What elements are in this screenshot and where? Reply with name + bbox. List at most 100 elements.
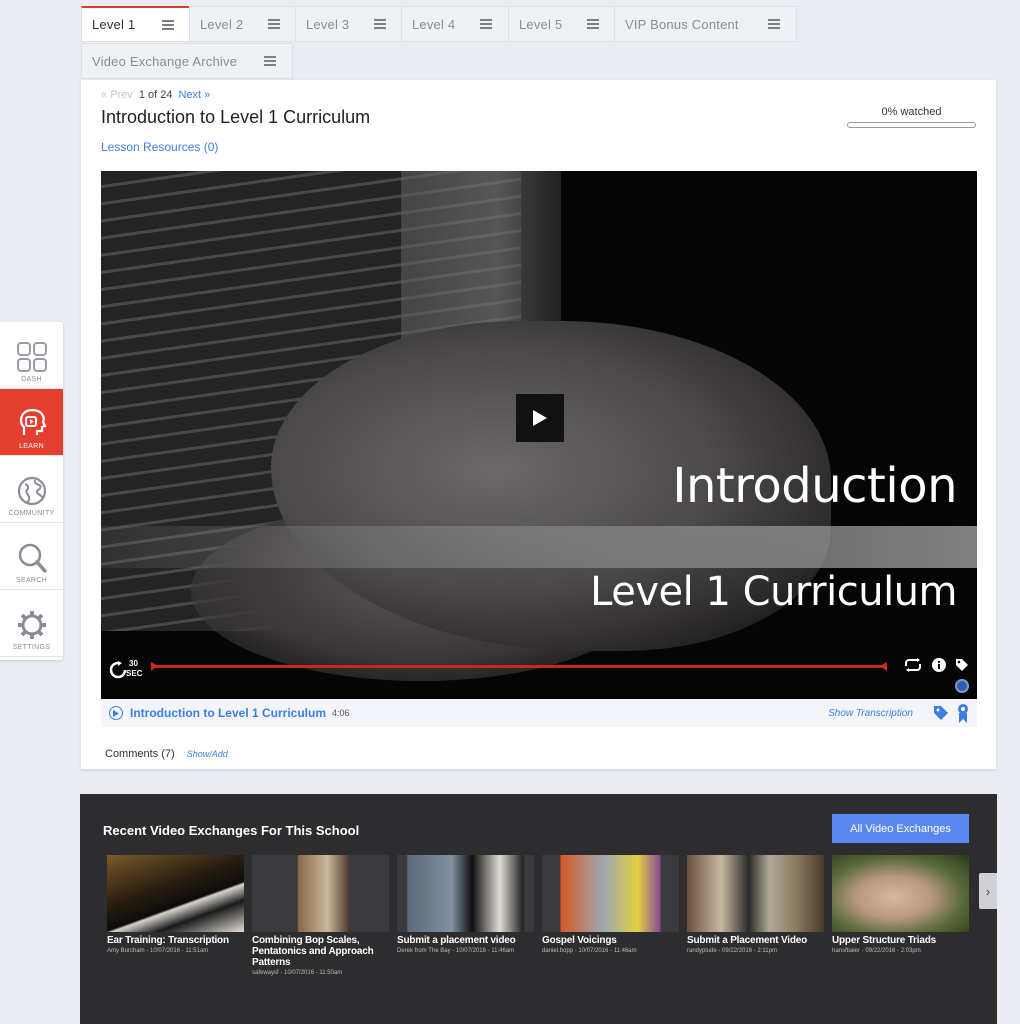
- dock-item-learn[interactable]: LEARN: [0, 389, 63, 456]
- hamburger-icon[interactable]: [768, 19, 780, 29]
- video-controls: 30 SEC: [101, 658, 977, 699]
- exchange-card[interactable]: Upper Structure Triads hansfbaier - 09/2…: [832, 855, 969, 954]
- video-progress-bar[interactable]: [151, 662, 887, 671]
- exchange-meta: safewaysf - 10/07/2016 - 11:50am: [252, 970, 343, 976]
- dock-label: SEARCH: [16, 577, 47, 584]
- next-link[interactable]: Next »: [178, 89, 210, 101]
- dock-item-search[interactable]: SEARCH: [0, 523, 63, 590]
- exchange-card[interactable]: Combining Bop Scales, Pentatonics and Ap…: [252, 855, 389, 976]
- tab-level-1[interactable]: Level 1: [81, 6, 191, 42]
- exchange-thumbnail[interactable]: [687, 855, 824, 932]
- lesson-position: 1 of 24: [138, 89, 173, 101]
- loop-icon[interactable]: [903, 658, 923, 672]
- tab-level-2[interactable]: Level 2: [189, 6, 297, 42]
- dashboard-grid-icon: [16, 342, 47, 372]
- video-caption-title[interactable]: Introduction to Level 1 Curriculum: [130, 706, 326, 720]
- tab-label: VIP Bonus Content: [625, 16, 739, 32]
- exchange-title[interactable]: Ear Training: Transcription: [107, 935, 244, 946]
- tab-label: Video Exchange Archive: [92, 53, 238, 69]
- exchange-meta: Amy Burcham - 10/07/2016 - 11:51am: [107, 948, 209, 954]
- hamburger-icon[interactable]: [374, 19, 386, 29]
- carousel-next-button[interactable]: ›: [979, 873, 997, 909]
- side-dock: DASH LEARN COMMUNITY SEARCH SETTINGS: [0, 322, 63, 660]
- exchange-thumbnail[interactable]: [397, 855, 534, 932]
- gear-icon: [17, 611, 46, 639]
- hamburger-icon[interactable]: [162, 19, 174, 30]
- exchange-title[interactable]: Upper Structure Triads: [832, 935, 969, 946]
- dock-label: DASH: [21, 376, 42, 383]
- exchange-card[interactable]: Ear Training: Transcription Amy Burcham …: [107, 855, 244, 954]
- hamburger-icon[interactable]: [264, 56, 276, 66]
- video-caption-bar: Introduction to Level 1 Curriculum 4:06 …: [101, 699, 977, 727]
- tag-icon[interactable]: [955, 658, 969, 672]
- exchange-card[interactable]: Submit a placement video Derek from The …: [397, 855, 534, 954]
- exchange-title[interactable]: Gospel Voicings: [542, 935, 679, 946]
- exchange-card[interactable]: Submit a Placement Video randyplude - 09…: [687, 855, 824, 954]
- prev-link[interactable]: « Prev: [101, 89, 133, 101]
- exchange-thumbnail[interactable]: [832, 855, 969, 932]
- video-overlay-title: Introduction: [672, 458, 957, 514]
- hamburger-icon[interactable]: [480, 19, 492, 29]
- play-button[interactable]: [516, 394, 564, 442]
- watched-progress-bar: [847, 122, 976, 128]
- exchange-title[interactable]: Submit a Placement Video: [687, 935, 824, 946]
- player-settings-dot[interactable]: [955, 679, 969, 693]
- lesson-title: Introduction to Level 1 Curriculum: [101, 107, 371, 127]
- hamburger-icon[interactable]: [587, 19, 599, 29]
- tab-label: Level 5: [519, 16, 563, 32]
- watched-progress: 0% watched: [847, 106, 976, 128]
- bookmark-ribbon-icon[interactable]: [957, 703, 969, 723]
- exchange-card[interactable]: Gospel Voicings daniel.bopp - 10/07/2016…: [542, 855, 679, 954]
- hamburger-icon[interactable]: [268, 19, 280, 29]
- tag-icon[interactable]: [933, 705, 949, 721]
- show-transcription-link[interactable]: Show Transcription: [828, 708, 913, 719]
- exchange-meta: daniel.bopp - 10/07/2016 - 11:46am: [542, 948, 637, 954]
- info-icon[interactable]: [932, 658, 946, 672]
- dock-label: SETTINGS: [12, 644, 51, 651]
- comments-section: Comments (7) Show/Add: [105, 748, 228, 760]
- skip-seconds: 30: [129, 659, 138, 668]
- tab-level-4[interactable]: Level 4: [401, 6, 509, 42]
- exchange-title[interactable]: Submit a placement video: [397, 935, 534, 946]
- video-duration: 4:06: [332, 708, 350, 718]
- all-video-exchanges-button[interactable]: All Video Exchanges: [832, 814, 969, 843]
- tab-level-3[interactable]: Level 3: [295, 6, 403, 42]
- skip-unit: SEC: [126, 669, 143, 678]
- learn-head-icon: [19, 409, 47, 435]
- tab-label: Level 4: [412, 16, 456, 32]
- lesson-resources-link[interactable]: Lesson Resources (0): [101, 140, 218, 154]
- exchange-meta: Derek from The Bay - 10/07/2016 - 11:46a…: [397, 948, 515, 954]
- dock-item-dash[interactable]: DASH: [0, 322, 63, 389]
- tab-label: Level 3: [306, 16, 350, 32]
- lesson-card: « Prev 1 of 24 Next » Introduction to Le…: [81, 80, 996, 769]
- exchange-thumbnail[interactable]: [107, 855, 244, 932]
- recent-heading: Recent Video Exchanges For This School: [103, 823, 360, 838]
- dock-item-settings[interactable]: SETTINGS: [0, 590, 63, 657]
- tab-vip-bonus[interactable]: VIP Bonus Content: [614, 6, 797, 42]
- tab-video-exchange-archive[interactable]: Video Exchange Archive: [81, 43, 293, 79]
- show-add-comments-link[interactable]: Show/Add: [187, 749, 228, 759]
- tab-level-5[interactable]: Level 5: [508, 6, 616, 42]
- exchange-meta: hansfbaier - 09/22/2016 - 2:03pm: [832, 948, 921, 954]
- exchange-meta: randyplude - 09/22/2016 - 2:11pm: [687, 948, 777, 954]
- exchange-thumbnail[interactable]: [252, 855, 389, 932]
- control-icons: [903, 658, 969, 672]
- dock-item-community[interactable]: COMMUNITY: [0, 456, 63, 523]
- dock-label: LEARN: [19, 443, 44, 450]
- globe-icon: [17, 476, 46, 506]
- dock-label: COMMUNITY: [8, 510, 55, 517]
- exchange-title[interactable]: Combining Bop Scales, Pentatonics and Ap…: [252, 935, 389, 968]
- lesson-pager: « Prev 1 of 24 Next »: [101, 89, 210, 101]
- video-overlay-subtitle: Level 1 Curriculum: [590, 569, 957, 615]
- prev-label: Prev: [110, 89, 133, 101]
- play-icon: [533, 410, 547, 426]
- tab-label: Level 1: [92, 17, 136, 32]
- watched-label: 0% watched: [881, 106, 942, 118]
- title-band: [101, 526, 977, 568]
- video-player[interactable]: Introduction Level 1 Curriculum 30 SEC: [101, 171, 977, 699]
- recent-video-exchanges: Recent Video Exchanges For This School A…: [80, 794, 997, 1024]
- exchange-thumbnail[interactable]: [542, 855, 679, 932]
- play-circle-icon[interactable]: [109, 706, 123, 720]
- next-label: Next: [178, 89, 202, 101]
- tab-label: Level 2: [200, 16, 244, 32]
